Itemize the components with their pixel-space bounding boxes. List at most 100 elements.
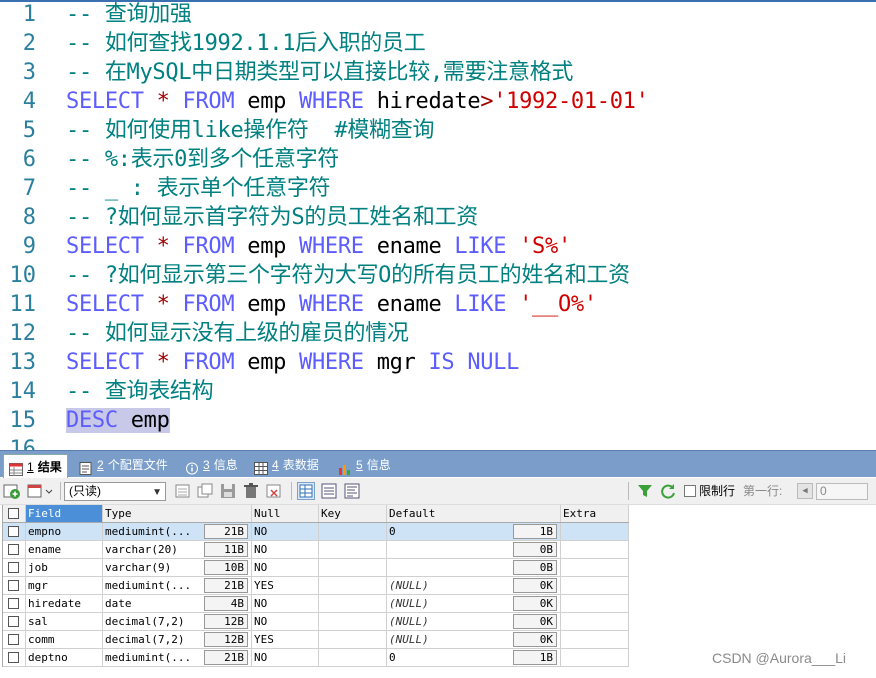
table-row[interactable]: job varchar(9) 10B NO 0B (3, 559, 629, 577)
cell-default[interactable]: (NULL) 0K (387, 613, 561, 630)
cell-field[interactable]: empno (26, 523, 103, 540)
limit-rows-checkbox[interactable] (684, 485, 696, 497)
row-select-cell[interactable] (3, 631, 26, 648)
row-checkbox[interactable] (8, 562, 19, 573)
refresh-icon[interactable] (659, 482, 677, 500)
row-select-cell[interactable] (3, 559, 26, 576)
cell-extra[interactable] (561, 523, 629, 540)
add-row-icon[interactable] (3, 482, 21, 500)
cell-field[interactable]: hiredate (26, 595, 103, 612)
cell-default[interactable]: (NULL) 0K (387, 595, 561, 612)
cell-extra[interactable] (561, 577, 629, 594)
row-select-cell[interactable] (3, 595, 26, 612)
cell-null[interactable]: YES (252, 577, 319, 594)
grid-view-icon[interactable] (297, 482, 315, 500)
cell-null[interactable]: YES (252, 631, 319, 648)
cell-default[interactable]: 0 1B (387, 523, 561, 540)
insert-row-icon[interactable] (174, 482, 192, 500)
first-row-input[interactable]: 0 (816, 483, 868, 500)
cell-null[interactable]: NO (252, 613, 319, 630)
cell-field[interactable]: comm (26, 631, 103, 648)
previous-page-button[interactable]: ◀ (797, 483, 813, 499)
select-all-checkbox[interactable] (8, 508, 19, 519)
select-all-cell[interactable] (3, 505, 26, 522)
cell-default[interactable]: 0 1B (387, 649, 561, 666)
delete-icon[interactable] (242, 482, 260, 500)
column-header-default[interactable]: Default (387, 505, 561, 522)
cell-null[interactable]: NO (252, 595, 319, 612)
cell-key[interactable] (319, 631, 387, 648)
row-select-cell[interactable] (3, 523, 26, 540)
tab-4[interactable]: 4 表数据 (249, 453, 324, 477)
tab-1[interactable]: 1 结果 (3, 454, 68, 478)
cell-key[interactable] (319, 523, 387, 540)
table-row[interactable]: mgr mediumint(... 21B YES (NULL) 0K (3, 577, 629, 595)
table-row[interactable]: empno mediumint(... 21B NO 0 1B (3, 523, 629, 541)
export-menu-icon[interactable] (26, 482, 56, 500)
row-select-cell[interactable] (3, 541, 26, 558)
cell-default[interactable]: 0B (387, 541, 561, 558)
cell-type[interactable]: decimal(7,2) 12B (103, 613, 252, 630)
column-header-key[interactable]: Key (319, 505, 387, 522)
cell-extra[interactable] (561, 541, 629, 558)
cell-type[interactable]: varchar(20) 11B (103, 541, 252, 558)
column-header-null[interactable]: Null (252, 505, 319, 522)
cell-type[interactable]: mediumint(... 21B (103, 577, 252, 594)
row-select-cell[interactable] (3, 577, 26, 594)
cell-extra[interactable] (561, 559, 629, 576)
cell-type[interactable]: date 4B (103, 595, 252, 612)
cell-field[interactable]: ename (26, 541, 103, 558)
column-header-extra[interactable]: Extra (561, 505, 629, 522)
duplicate-row-icon[interactable] (196, 482, 214, 500)
tab-3[interactable]: 3 信息 (180, 453, 243, 477)
row-checkbox[interactable] (8, 616, 19, 627)
text-view-icon[interactable] (343, 482, 361, 500)
tab-5[interactable]: 5 信息 (333, 453, 396, 477)
cell-default[interactable]: (NULL) 0K (387, 631, 561, 648)
row-checkbox[interactable] (8, 634, 19, 645)
cell-field[interactable]: mgr (26, 577, 103, 594)
cell-extra[interactable] (561, 595, 629, 612)
cell-null[interactable]: NO (252, 523, 319, 540)
cell-field[interactable]: sal (26, 613, 103, 630)
cell-default[interactable]: 0B (387, 559, 561, 576)
cell-type[interactable]: mediumint(... 21B (103, 649, 252, 666)
cell-key[interactable] (319, 541, 387, 558)
cell-type[interactable]: decimal(7,2) 12B (103, 631, 252, 648)
cell-key[interactable] (319, 577, 387, 594)
save-icon[interactable] (219, 482, 237, 500)
table-row[interactable]: comm decimal(7,2) 12B YES (NULL) 0K (3, 631, 629, 649)
filter-icon[interactable] (636, 482, 654, 500)
tab-2[interactable]: 2 个配置文件 (74, 453, 173, 477)
readonly-select[interactable]: (只读) ▼ (64, 482, 166, 501)
refresh-grid-icon[interactable] (265, 482, 283, 500)
row-checkbox[interactable] (8, 652, 19, 663)
cell-key[interactable] (319, 595, 387, 612)
cell-field[interactable]: deptno (26, 649, 103, 666)
cell-type[interactable]: varchar(9) 10B (103, 559, 252, 576)
cell-null[interactable]: NO (252, 541, 319, 558)
form-view-icon[interactable] (320, 482, 338, 500)
cell-default[interactable]: (NULL) 0K (387, 577, 561, 594)
cell-key[interactable] (319, 559, 387, 576)
cell-extra[interactable] (561, 649, 629, 666)
row-checkbox[interactable] (8, 544, 19, 555)
row-select-cell[interactable] (3, 613, 26, 630)
row-select-cell[interactable] (3, 649, 26, 666)
table-row[interactable]: sal decimal(7,2) 12B NO (NULL) 0K (3, 613, 629, 631)
sql-editor[interactable]: 1 -- 查询加强 2 -- 如何查找1992.1.1后入职的员工 3 -- 在MySQL… (0, 0, 876, 450)
cell-type[interactable]: mediumint(... 21B (103, 523, 252, 540)
cell-key[interactable] (319, 613, 387, 630)
row-checkbox[interactable] (8, 526, 19, 537)
column-header-field[interactable]: Field (26, 505, 103, 522)
cell-null[interactable]: NO (252, 649, 319, 666)
cell-null[interactable]: NO (252, 559, 319, 576)
result-grid[interactable]: Field Type Null Key Default Extra empno mediumi… (2, 505, 629, 667)
column-header-type[interactable]: Type (103, 505, 252, 522)
row-checkbox[interactable] (8, 598, 19, 609)
cell-key[interactable] (319, 649, 387, 666)
cell-extra[interactable] (561, 613, 629, 630)
table-row[interactable]: deptno mediumint(... 21B NO 0 1B (3, 649, 629, 667)
row-checkbox[interactable] (8, 580, 19, 591)
cell-field[interactable]: job (26, 559, 103, 576)
